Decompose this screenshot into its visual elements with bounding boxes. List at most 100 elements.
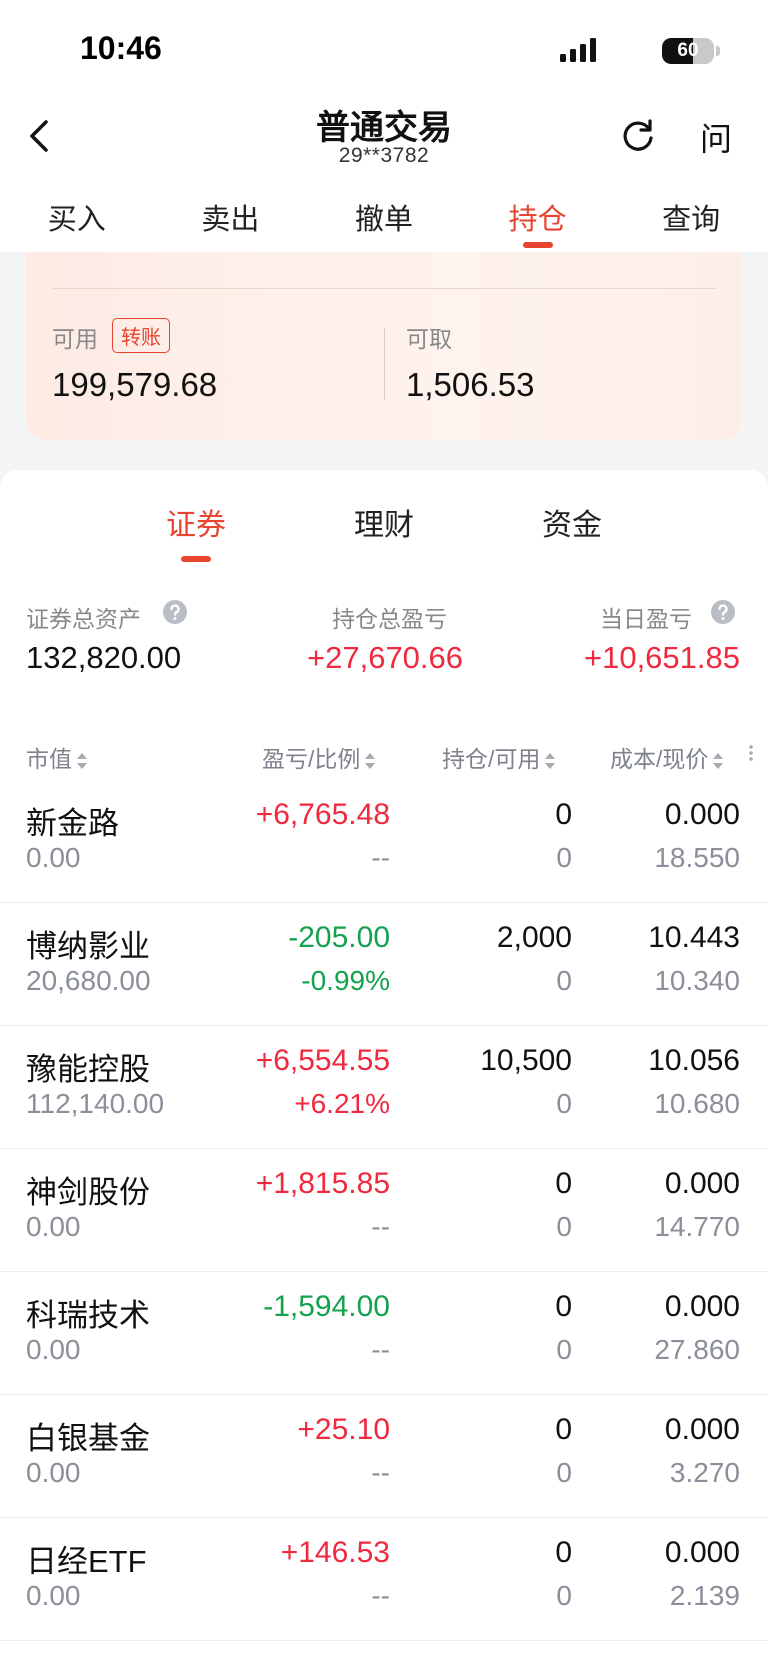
market-value: 0.00 (26, 1211, 81, 1242)
column-label: 盈亏/比例 (262, 746, 361, 772)
battery-level: 60 (677, 40, 699, 61)
total-assets-label: 证券总资产 (26, 606, 141, 632)
market-value: 112,140.00 (26, 1088, 165, 1119)
current-price: 10.340 (654, 965, 740, 996)
market-value: 0.00 (26, 1580, 81, 1611)
holding-row[interactable]: 科瑞技术 0.00 -1,594.00 -- 0 0 0.000 27.860 (0, 1272, 768, 1395)
profit-loss: +1,815.85 (255, 1167, 390, 1200)
nav-bar: 普通交易 29**3782 问 (0, 96, 768, 178)
position-qty: 0 (555, 1167, 572, 1200)
tab-positions[interactable]: 持仓 (461, 178, 615, 252)
stock-name: 新金路 (26, 806, 119, 841)
tab-cancel-order[interactable]: 撤单 (307, 178, 461, 252)
tab-wealth[interactable]: 理财 (354, 500, 414, 544)
profit-loss-ratio: -- (371, 1334, 390, 1365)
battery-icon: 60 (662, 38, 714, 64)
holding-row[interactable]: 神剑股份 0.00 +1,815.85 -- 0 0 0.000 14.770 (0, 1149, 768, 1272)
profit-loss: +6,765.48 (255, 798, 390, 831)
tab-query[interactable]: 查询 (614, 178, 768, 252)
tab-label: 持仓 (508, 204, 567, 236)
tab-label: 查询 (662, 204, 721, 236)
sort-icon (545, 752, 556, 769)
question-icon[interactable] (710, 599, 736, 625)
profit-loss-ratio: -- (371, 1580, 390, 1611)
sort-icon (713, 752, 724, 769)
signal-icon (560, 38, 596, 62)
available-qty: 0 (556, 1211, 572, 1242)
transfer-button[interactable]: 转账 (112, 318, 170, 353)
tab-label: 证券 (166, 509, 226, 542)
stock-name: 豫能控股 (26, 1052, 150, 1087)
divider (52, 288, 716, 289)
current-price: 3.270 (669, 1457, 740, 1488)
position-pl-label: 持仓总盈亏 (332, 606, 447, 632)
cost-price: 0.000 (664, 1413, 740, 1446)
help-button[interactable]: 问 (700, 114, 732, 160)
tab-buy[interactable]: 买入 (0, 178, 154, 252)
column-label: 市值 (26, 746, 72, 772)
profit-loss-ratio: -- (371, 842, 390, 873)
battery-tip (716, 46, 720, 56)
question-icon[interactable] (162, 599, 188, 625)
position-qty: 10,500 (480, 1044, 572, 1077)
stock-name: 科瑞技术 (26, 1298, 150, 1333)
available-qty: 0 (556, 1457, 572, 1488)
current-price: 27.860 (654, 1334, 740, 1365)
column-position-available[interactable]: 持仓/可用 (442, 740, 556, 774)
active-tab-indicator (522, 242, 553, 248)
holding-row[interactable]: 日经ETF 0.00 +146.53 -- 0 0 0.000 2.139 (0, 1518, 768, 1641)
current-price: 14.770 (654, 1211, 740, 1242)
tab-sell[interactable]: 卖出 (154, 178, 308, 252)
market-value: 0.00 (26, 1457, 81, 1488)
column-market-value[interactable]: 市值 (26, 740, 88, 774)
available-funds-value: 199,579.68 (52, 366, 218, 403)
cost-price: 10.443 (648, 921, 740, 954)
stock-name: 日经ETF (26, 1544, 147, 1579)
status-time: 10:46 (80, 30, 162, 66)
holding-row[interactable]: 豫能控股 112,140.00 +6,554.55 +6.21% 10,500 … (0, 1026, 768, 1149)
holding-row[interactable]: 新金路 0.00 +6,765.48 -- 0 0 0.000 18.550 (0, 780, 768, 903)
position-qty: 0 (555, 798, 572, 831)
sort-icon (77, 752, 87, 769)
cost-price: 0.000 (664, 1290, 740, 1323)
current-price: 18.550 (654, 842, 740, 873)
divider (384, 328, 385, 400)
current-price: 2.139 (669, 1580, 740, 1611)
tab-label: 资金 (542, 509, 602, 542)
refresh-icon[interactable] (618, 116, 658, 156)
withdrawable-value: 1,506.53 (406, 366, 535, 403)
tab-securities[interactable]: 证券 (166, 500, 226, 562)
available-qty: 0 (556, 1580, 572, 1611)
more-columns-icon[interactable] (748, 744, 754, 762)
daily-pl-value: +10,651.85 (583, 640, 740, 675)
tab-funds[interactable]: 资金 (542, 500, 602, 544)
trade-tabs: 买入 卖出 撤单 持仓 查询 (0, 178, 768, 252)
market-value: 0.00 (26, 842, 81, 873)
profit-loss-ratio: -- (371, 1211, 390, 1242)
available-qty: 0 (556, 1334, 572, 1365)
position-qty: 0 (555, 1413, 572, 1446)
holding-row[interactable]: 白银基金 0.00 +25.10 -- 0 0 0.000 3.270 (0, 1395, 768, 1518)
position-qty: 2,000 (496, 921, 572, 954)
position-qty: 0 (555, 1290, 572, 1323)
sort-icon (365, 752, 376, 769)
holding-row[interactable]: 博纳影业 20,680.00 -205.00 -0.99% 2,000 0 10… (0, 903, 768, 1026)
asset-type-tabs: 证券 理财 资金 (0, 500, 768, 570)
profit-loss: +25.10 (297, 1413, 390, 1446)
daily-pl-label: 当日盈亏 (600, 606, 692, 632)
available-funds-label: 可用 (52, 326, 98, 352)
active-tab-indicator (181, 556, 211, 562)
current-price: 10.680 (654, 1088, 740, 1119)
profit-loss: -205.00 (288, 921, 390, 954)
available-qty: 0 (556, 965, 572, 996)
tab-label: 买入 (47, 204, 106, 236)
market-value: 0.00 (26, 1334, 81, 1365)
column-cost-price[interactable]: 成本/现价 (610, 740, 724, 774)
column-pl-ratio[interactable]: 盈亏/比例 (262, 740, 376, 774)
profit-loss-ratio: +6.21% (294, 1088, 390, 1119)
profit-loss-ratio: -- (371, 1457, 390, 1488)
column-label: 持仓/可用 (442, 746, 541, 772)
position-pl-value: +27,670.66 (307, 640, 464, 675)
withdrawable-label: 可取 (406, 326, 452, 352)
position-qty: 0 (555, 1536, 572, 1569)
